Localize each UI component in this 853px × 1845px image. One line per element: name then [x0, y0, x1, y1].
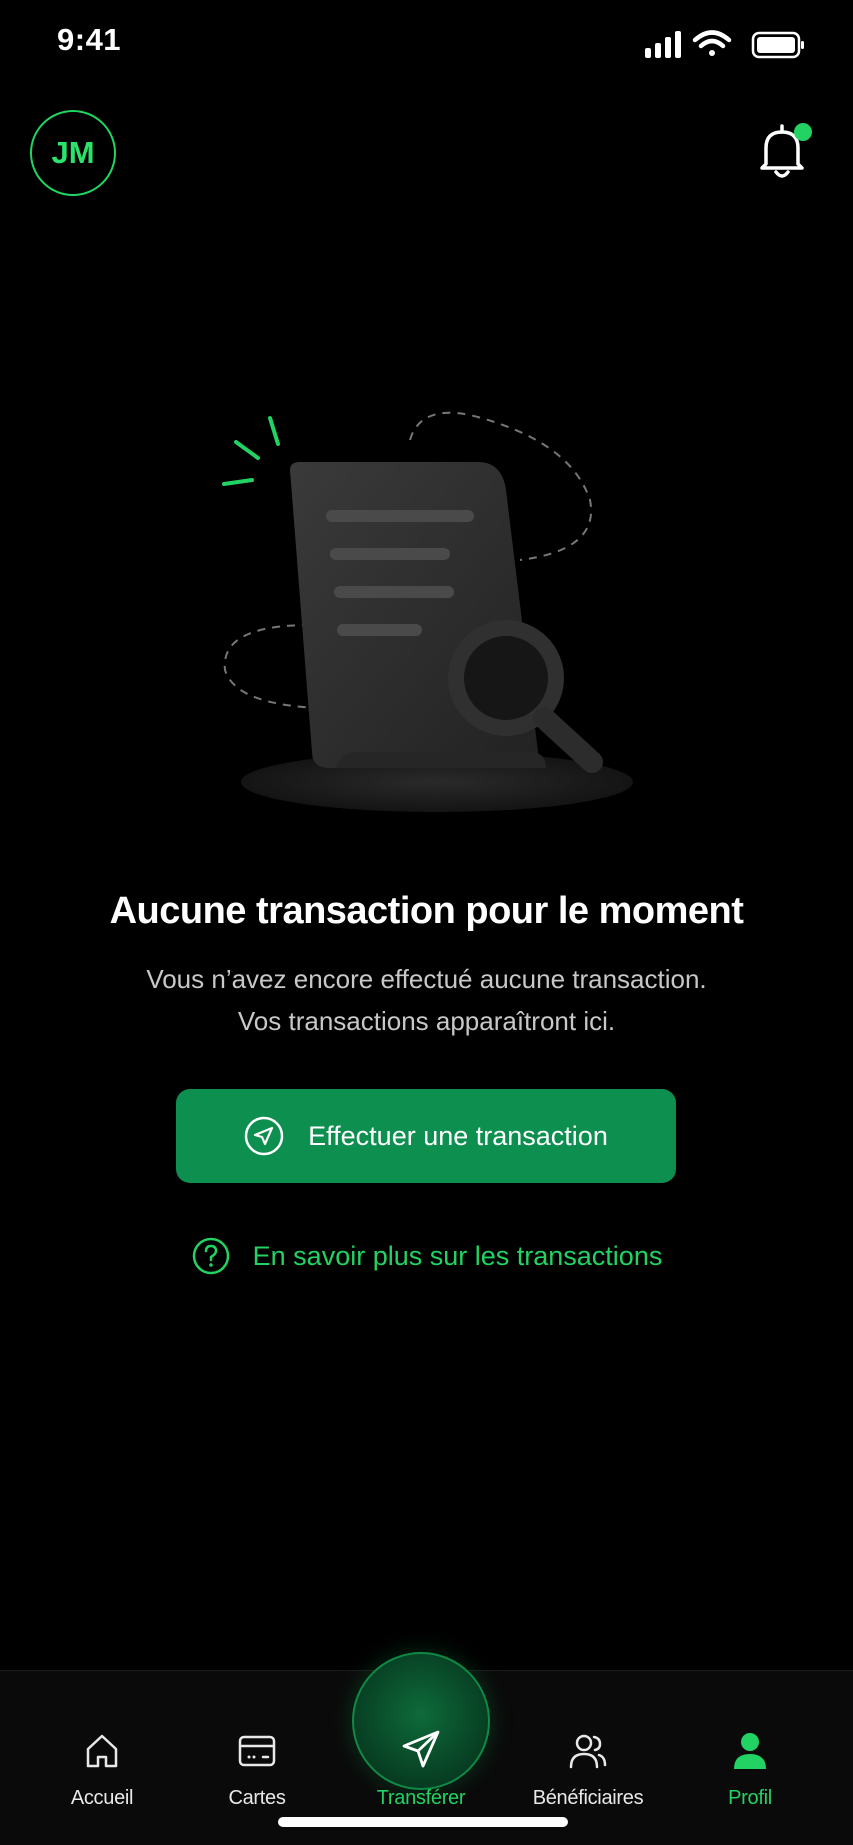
home-icon: [86, 1734, 118, 1768]
status-time: 9:41: [57, 22, 122, 57]
help-circle-icon: [192, 1237, 229, 1275]
tab-label-profil: Profil: [728, 1787, 772, 1809]
notification-bell-icon[interactable]: [752, 120, 812, 184]
tab-label-accueil: Accueil: [70, 1787, 134, 1809]
empty-state-title: Aucune transaction pour le moment: [109, 890, 744, 932]
tab-label-transferer: Transférer: [376, 1787, 466, 1809]
empty-transactions-illustration: [222, 411, 633, 812]
spark-lines: [222, 416, 280, 486]
empty-state-description: Vous n’avez encore effectué aucune trans…: [0, 958, 853, 1042]
avatar-initials: JM: [51, 135, 95, 170]
tab-label-cartes: Cartes: [228, 1787, 286, 1809]
signal-icon: [645, 31, 681, 58]
users-icon: [569, 1734, 607, 1769]
tab-cartes[interactable]: Cartes: [182, 1670, 332, 1810]
wifi-icon: [692, 30, 732, 56]
make-transaction-button[interactable]: Effectuer une transaction: [176, 1089, 676, 1183]
avatar[interactable]: JM: [30, 110, 116, 196]
description-line-2: Vos transactions apparaîtront ici.: [237, 1006, 616, 1036]
make-transaction-label: Effectuer une transaction: [308, 1120, 608, 1151]
description-line-1: Vous n’avez encore effectué aucune trans…: [146, 964, 707, 994]
notification-badge: [794, 123, 812, 141]
status-icons: [645, 30, 804, 59]
status-bar: 9:41: [0, 0, 853, 90]
user-icon: [734, 1733, 766, 1769]
learn-more-link[interactable]: En savoir plus sur les transactions: [0, 1236, 853, 1276]
home-indicator[interactable]: [278, 1817, 568, 1827]
battery-icon: [751, 31, 804, 59]
learn-more-label: En savoir plus sur les transactions: [252, 1240, 663, 1271]
card-icon: [238, 1735, 276, 1767]
tab-transferer[interactable]: Transférer: [346, 1670, 496, 1810]
send-circle-icon: [244, 1116, 284, 1156]
tab-beneficiaires[interactable]: Bénéficiaires: [513, 1670, 663, 1810]
tab-label-beneficiaires: Bénéficiaires: [532, 1787, 644, 1809]
send-icon: [402, 1730, 440, 1768]
tab-accueil[interactable]: Accueil: [27, 1670, 177, 1810]
tab-profil[interactable]: Profil: [675, 1670, 825, 1810]
